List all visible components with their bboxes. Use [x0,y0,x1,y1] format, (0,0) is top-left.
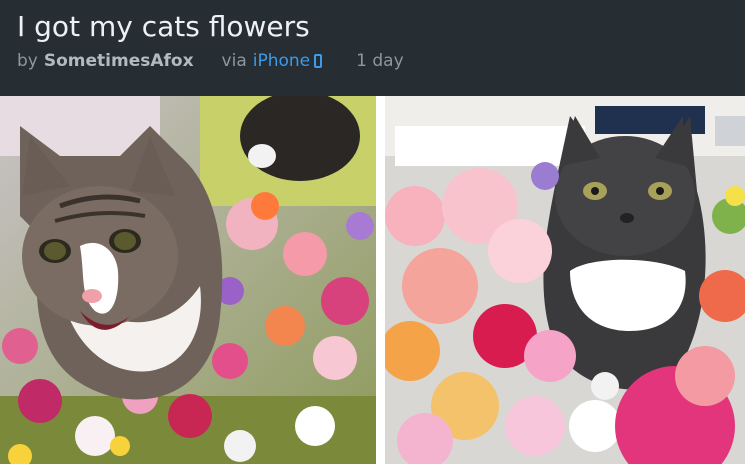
phone-icon [314,54,323,68]
author-link[interactable]: SometimesAfox [44,51,194,71]
post-header: I got my cats flowers by SometimesAfox v… [0,0,745,96]
device-link[interactable]: iPhone [253,51,310,71]
post-image-right[interactable] [385,96,745,464]
post-image-left[interactable] [0,96,376,464]
cat-photo-right [385,96,745,464]
via-label: via [221,51,247,71]
post-meta: by SometimesAfox via iPhone 1 day [17,49,404,73]
post-title[interactable]: I got my cats flowers [17,8,310,46]
cat-photo-left [0,96,376,464]
image-divider [376,96,385,464]
by-label: by [17,51,38,71]
post-age: 1 day [356,51,404,71]
